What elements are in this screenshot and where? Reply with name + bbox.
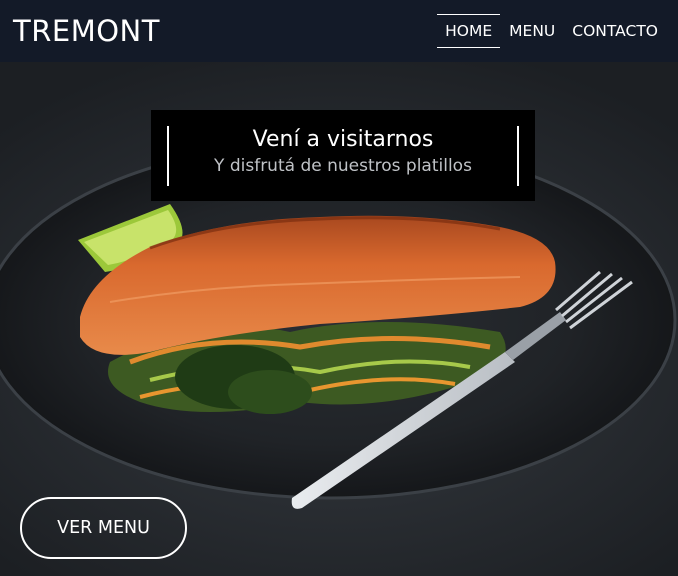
hero-caption: Vení a visitarnos Y disfrutá de nuestros… — [151, 110, 535, 201]
nav-link-home[interactable]: HOME — [437, 14, 501, 48]
caption-left-bar — [167, 126, 169, 186]
nav-link-contacto[interactable]: CONTACTO — [564, 17, 666, 45]
caption-right-bar — [517, 126, 519, 186]
ver-menu-button[interactable]: VER MENU — [20, 497, 187, 559]
hero-section: Vení a visitarnos Y disfrutá de nuestros… — [0, 62, 678, 576]
main-nav: HOME MENU CONTACTO — [436, 14, 666, 48]
nav-link-menu[interactable]: MENU — [501, 17, 563, 45]
site-header: TREMONT HOME MENU CONTACTO — [0, 0, 678, 62]
hero-subtitle: Y disfrutá de nuestros platillos — [214, 156, 472, 176]
hero-title: Vení a visitarnos — [252, 127, 434, 152]
brand-logo[interactable]: TREMONT — [13, 14, 160, 48]
